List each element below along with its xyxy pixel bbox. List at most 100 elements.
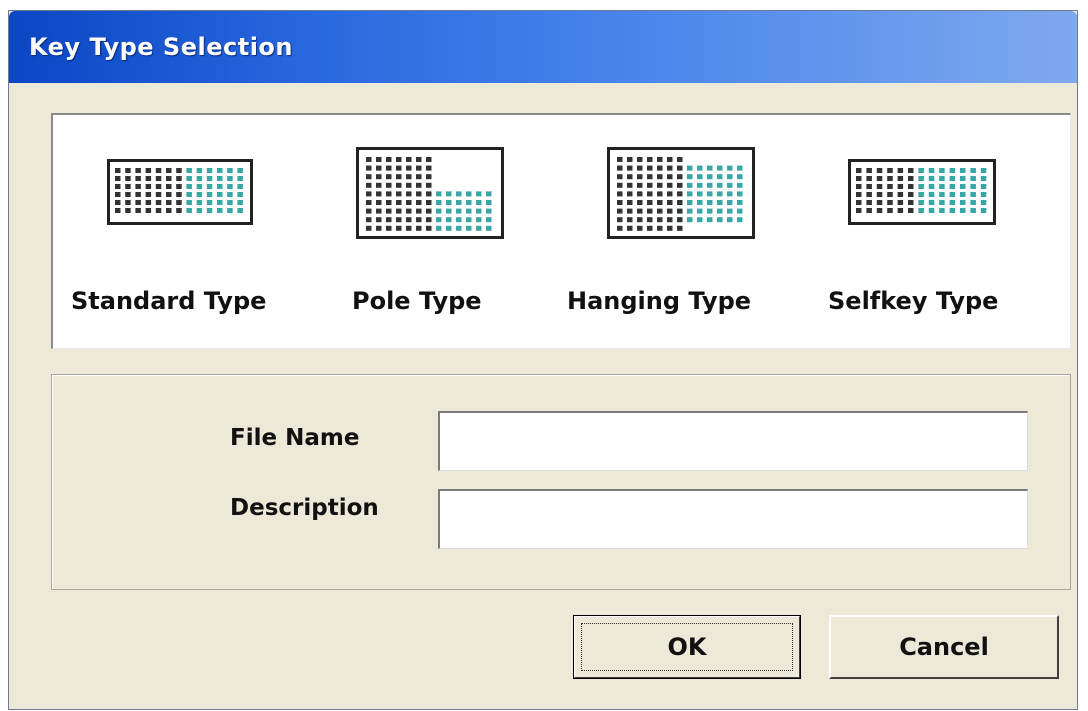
key-cell <box>939 168 945 173</box>
key-cell <box>386 200 392 205</box>
key-cell <box>486 200 492 205</box>
key-cell <box>416 182 422 188</box>
key-cell <box>155 208 162 213</box>
key-cell <box>125 192 131 197</box>
key-cell <box>416 225 422 231</box>
key-cell <box>667 174 673 180</box>
key-cell <box>627 182 633 188</box>
key-cell <box>217 192 223 197</box>
key-cell <box>717 200 723 205</box>
key-cell <box>155 200 162 205</box>
key-cell <box>426 200 432 205</box>
key-cell <box>647 165 653 171</box>
key-cell <box>125 176 131 181</box>
key-cell <box>366 157 372 162</box>
key-cell <box>856 176 862 181</box>
key-type-hanging[interactable]: Hanging Type <box>553 115 818 351</box>
key-cell <box>227 200 233 205</box>
key-type-selfkey[interactable]: Selfkey Type <box>818 115 1073 351</box>
key-cell <box>939 184 945 189</box>
key-cell <box>406 174 412 180</box>
key-cell <box>166 168 172 173</box>
key-cell <box>667 191 673 197</box>
key-cell <box>227 184 233 189</box>
standard-keyboard-icon <box>107 159 253 225</box>
key-cell <box>866 192 872 197</box>
key-cell <box>617 157 623 162</box>
key-cell <box>227 192 233 197</box>
key-cell <box>970 192 976 197</box>
key-cell <box>727 174 733 180</box>
key-cell <box>396 208 402 214</box>
file-name-input[interactable] <box>438 411 1028 471</box>
key-cell <box>697 174 703 180</box>
key-cell <box>426 208 432 214</box>
key-cell <box>980 200 987 205</box>
key-cell <box>396 200 402 205</box>
key-cell <box>426 182 432 188</box>
key-type-standard[interactable]: Standard Type <box>53 115 308 351</box>
key-cell <box>918 184 924 189</box>
key-cell <box>939 192 945 197</box>
key-cell <box>426 217 432 223</box>
key-cell <box>176 176 182 181</box>
key-cell <box>970 208 976 213</box>
key-cell <box>446 225 452 231</box>
pole-keyboard-icon <box>356 147 504 239</box>
key-cell <box>657 174 663 180</box>
key-cell <box>707 174 713 180</box>
key-cell <box>476 225 482 231</box>
key-cell <box>928 208 935 213</box>
cancel-button[interactable]: Cancel <box>829 615 1059 679</box>
key-cell <box>737 191 743 197</box>
ok-button[interactable]: OK <box>573 615 801 679</box>
key-cell <box>155 176 162 181</box>
key-cell <box>206 208 213 213</box>
key-cell <box>237 200 243 205</box>
key-cell <box>416 191 422 197</box>
key-cell <box>970 176 976 181</box>
key-cell <box>396 174 402 180</box>
key-cell <box>677 182 683 188</box>
key-type-pole[interactable]: Pole Type <box>308 115 553 351</box>
key-cell <box>918 176 924 181</box>
key-cell <box>416 157 422 162</box>
key-cell <box>176 192 182 197</box>
key-cell <box>155 168 162 173</box>
description-input[interactable] <box>438 489 1028 549</box>
key-cell <box>406 182 412 188</box>
key-cell <box>908 184 914 189</box>
key-cell <box>687 182 693 188</box>
key-cell <box>677 157 683 162</box>
key-cell <box>145 200 152 205</box>
title-bar[interactable]: Key Type Selection <box>9 11 1077 83</box>
file-name-label: File Name <box>230 425 360 451</box>
key-cell <box>980 208 987 213</box>
key-cell <box>125 208 131 213</box>
key-cell <box>125 168 131 173</box>
key-cell <box>627 174 633 180</box>
dialog-title: Key Type Selection <box>29 33 293 61</box>
key-cell <box>637 191 643 197</box>
key-cell <box>166 208 172 213</box>
key-cell <box>155 184 162 189</box>
key-cell <box>227 208 233 213</box>
key-cell <box>366 165 372 171</box>
key-cell <box>376 225 382 231</box>
key-cell <box>135 208 141 213</box>
key-cell <box>918 208 924 213</box>
key-cell <box>426 157 432 162</box>
key-cell <box>707 200 713 205</box>
key-cell <box>376 165 382 171</box>
key-cell <box>196 208 203 213</box>
key-cell <box>476 191 482 197</box>
key-cell <box>176 168 182 173</box>
key-cell <box>697 182 703 188</box>
key-cell <box>206 200 213 205</box>
key-cell <box>486 208 492 214</box>
key-cell <box>196 192 203 197</box>
key-cell <box>627 165 633 171</box>
key-cell <box>206 176 213 181</box>
key-cell <box>657 182 663 188</box>
key-cell <box>697 165 703 171</box>
